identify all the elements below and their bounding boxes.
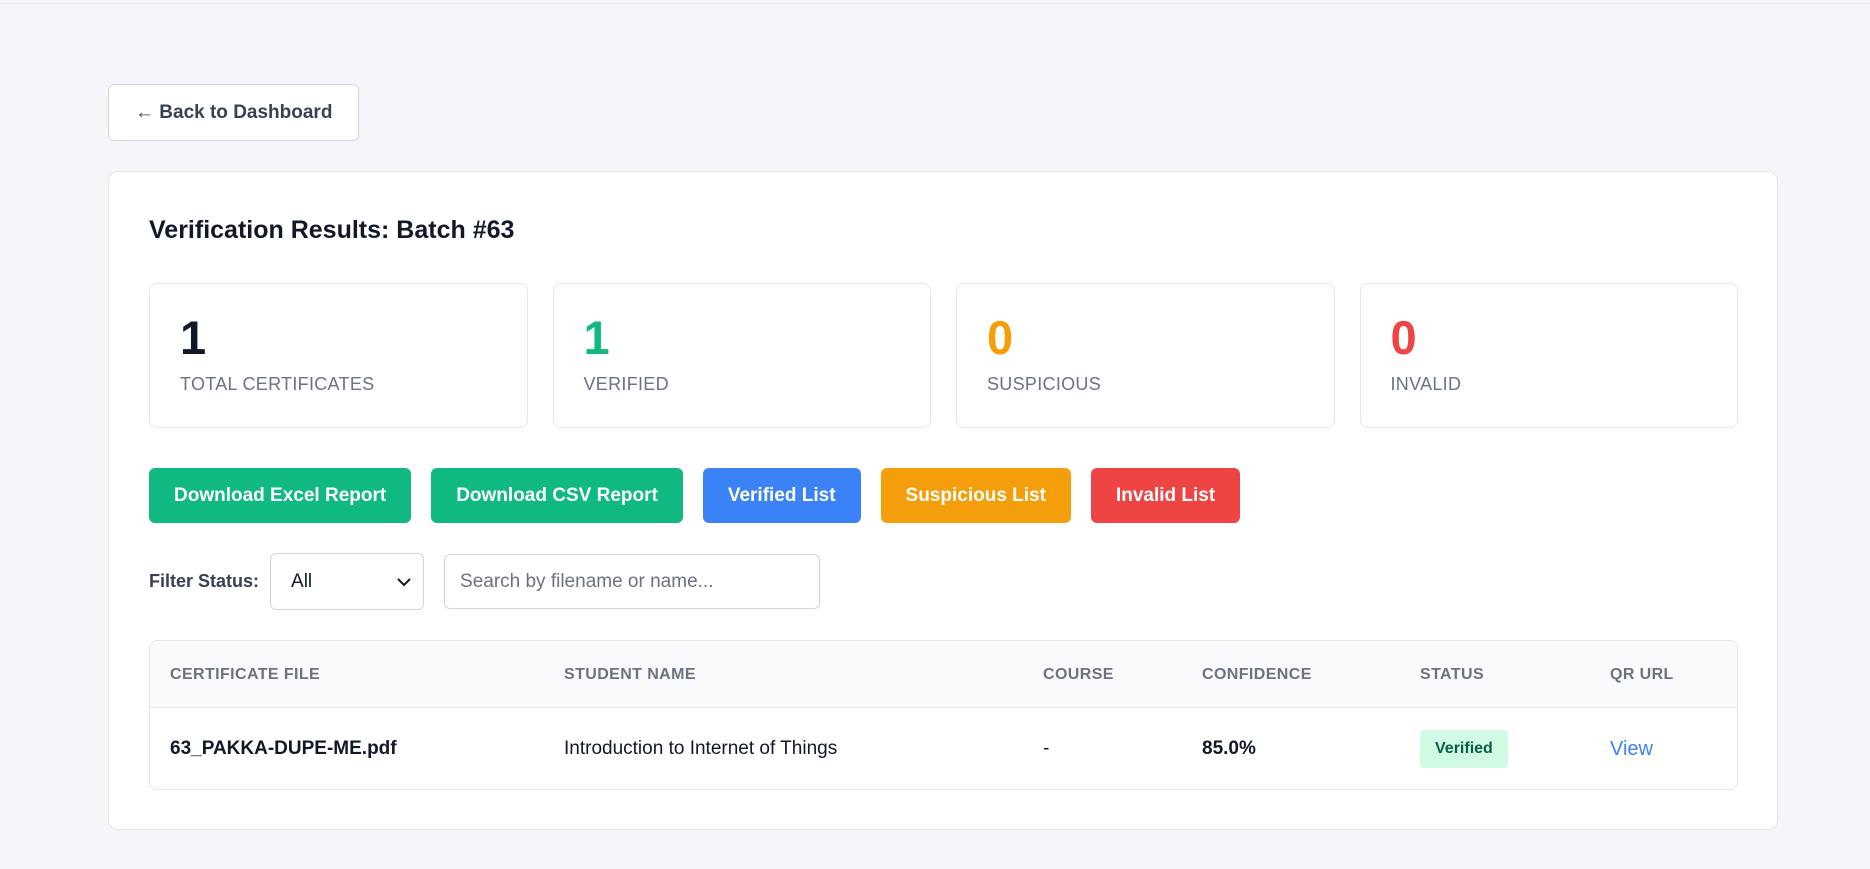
stat-total-label: TOTAL CERTIFICATES xyxy=(180,374,375,394)
filter-bar: Filter Status: All xyxy=(149,553,821,610)
stat-suspicious-label: SUSPICIOUS xyxy=(987,374,1102,394)
stat-verified: 1 VERIFIED xyxy=(552,283,931,428)
col-student-name: STUDENT NAME xyxy=(564,665,696,683)
back-to-dashboard-button[interactable]: ← Back to Dashboard xyxy=(108,84,360,141)
stat-invalid-label: INVALID xyxy=(1390,374,1462,394)
suspicious-list-button[interactable]: Suspicious List xyxy=(880,468,1071,523)
header-divider xyxy=(0,3,1870,4)
action-buttons: Download Excel Report Download CSV Repor… xyxy=(149,468,1241,523)
results-table: CERTIFICATE FILE STUDENT NAME COURSE CON… xyxy=(149,640,1738,790)
cell-course: - xyxy=(1043,738,1050,759)
col-confidence: CONFIDENCE xyxy=(1202,665,1312,683)
stat-invalid: 0 INVALID xyxy=(1359,283,1738,428)
cell-status: Verified xyxy=(1420,708,1508,789)
verified-list-button[interactable]: Verified List xyxy=(702,468,861,523)
qr-view-link[interactable]: View xyxy=(1610,738,1653,761)
page-title: Verification Results: Batch #63 xyxy=(149,216,515,244)
status-filter-select[interactable]: All xyxy=(270,553,425,610)
download-csv-button[interactable]: Download CSV Report xyxy=(431,468,683,523)
col-status: STATUS xyxy=(1420,665,1485,683)
table-row: 63_PAKKA-DUPE-ME.pdf Introduction to Int… xyxy=(150,708,1737,789)
cell-student: Introduction to Internet of Things xyxy=(564,738,838,759)
cell-file: 63_PAKKA-DUPE-ME.pdf xyxy=(170,738,397,759)
results-card: Verification Results: Batch #63 1 TOTAL … xyxy=(108,171,1778,830)
chevron-down-icon xyxy=(397,574,411,590)
stat-suspicious: 0 SUSPICIOUS xyxy=(956,283,1335,428)
filter-status-label: Filter Status: xyxy=(149,571,260,591)
stat-verified-value: 1 xyxy=(583,311,610,364)
col-certificate-file: CERTIFICATE FILE xyxy=(170,665,321,683)
stats-row: 1 TOTAL CERTIFICATES 1 VERIFIED 0 SUSPIC… xyxy=(149,283,1738,428)
invalid-list-button[interactable]: Invalid List xyxy=(1090,468,1241,523)
cell-qr: View xyxy=(1610,708,1653,789)
status-filter-value: All xyxy=(291,570,313,592)
status-badge: Verified xyxy=(1420,730,1508,768)
stat-suspicious-value: 0 xyxy=(987,311,1014,364)
col-qr-url: QR URL xyxy=(1610,665,1674,683)
stat-total-value: 1 xyxy=(180,311,207,364)
col-course: COURSE xyxy=(1043,665,1114,683)
stat-total: 1 TOTAL CERTIFICATES xyxy=(149,283,528,428)
download-excel-button[interactable]: Download Excel Report xyxy=(149,468,412,523)
stat-invalid-value: 0 xyxy=(1390,311,1417,364)
cell-confidence: 85.0% xyxy=(1202,738,1256,759)
table-header: CERTIFICATE FILE STUDENT NAME COURSE CON… xyxy=(150,641,1737,708)
stat-verified-label: VERIFIED xyxy=(583,374,669,394)
search-input[interactable] xyxy=(444,554,821,609)
